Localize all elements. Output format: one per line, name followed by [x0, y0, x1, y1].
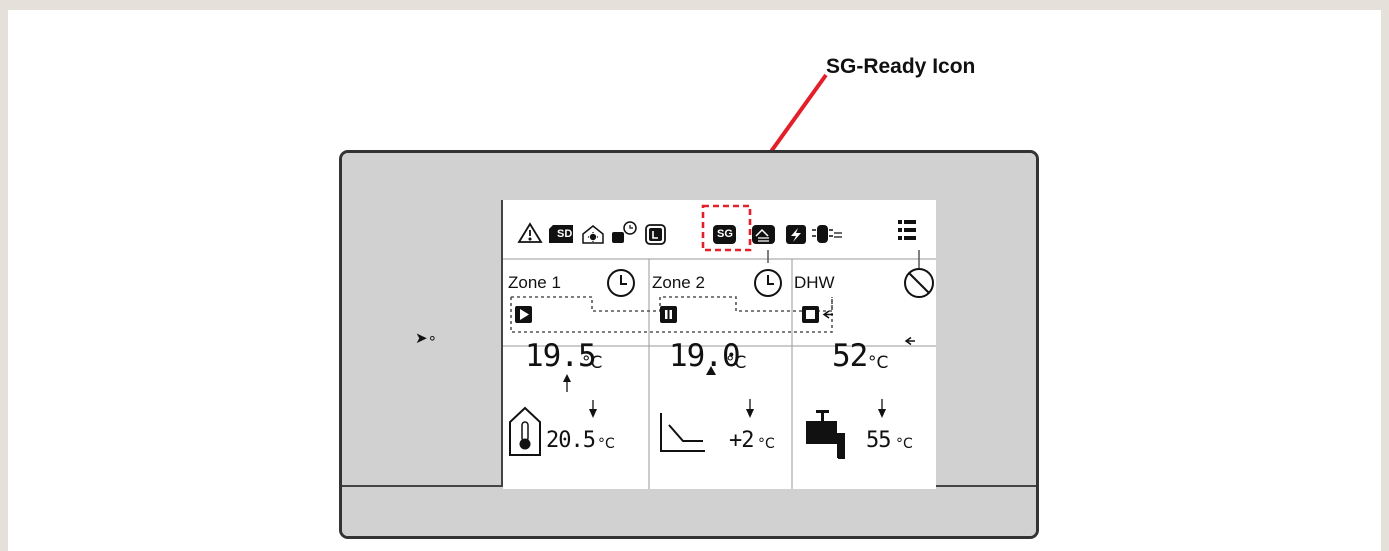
- device-bottom-bezel: [342, 485, 1036, 536]
- tap-water-icon[interactable]: [806, 410, 845, 459]
- zone1-play-icon[interactable]: [515, 306, 532, 323]
- device-left-bezel: ➤∘: [342, 200, 503, 490]
- zone2-pause-icon[interactable]: [660, 306, 677, 323]
- dhw-temp-cursor-icon: [904, 336, 915, 346]
- zone1-setpoint: 20.5: [546, 428, 596, 453]
- schedule-device-icon[interactable]: [612, 221, 637, 243]
- heating-curve-icon[interactable]: [660, 413, 705, 452]
- device-top-bezel: [342, 153, 1036, 202]
- dhw-no-entry-icon[interactable]: [904, 268, 934, 298]
- zone1-up-arrow-icon: [563, 374, 571, 392]
- dhw-temperature-unit: °C: [868, 353, 889, 373]
- zone1-clock-icon[interactable]: [607, 269, 635, 297]
- dhw-down-arrow-icon: [878, 399, 886, 418]
- zone1-setpoint-unit: °C: [598, 436, 615, 452]
- power-bolt-icon[interactable]: [786, 225, 806, 244]
- dhw-stop-icon[interactable]: [802, 306, 819, 323]
- zone2-setpoint-unit: °C: [758, 436, 775, 452]
- device-right-bezel: [934, 200, 1036, 490]
- warning-icon[interactable]: [517, 222, 543, 243]
- zone1-temperature-unit: °C: [582, 353, 603, 373]
- menu-icon[interactable]: [898, 220, 916, 240]
- lock-icon[interactable]: [645, 224, 666, 245]
- house-exchange-icon[interactable]: [752, 225, 775, 244]
- dhw-setpoint-unit: °C: [896, 436, 913, 452]
- zone2-setpoint: +2: [729, 428, 754, 453]
- room-thermometer-icon[interactable]: [509, 406, 541, 456]
- zone2-clock-icon[interactable]: [754, 269, 782, 297]
- dhw-setpoint: 55: [866, 428, 891, 453]
- zone2-down-arrow-icon: [746, 399, 754, 418]
- controller-device: ➤∘ SD SG Zone 1 Zone 2 DHW 19.5 °C 19.0 …: [339, 150, 1039, 539]
- dhw-name: DHW: [794, 273, 835, 292]
- zone2-temperature-unit: °C: [726, 353, 747, 373]
- status-led-icon: ➤∘: [415, 329, 437, 347]
- house-sun-icon[interactable]: [582, 225, 604, 244]
- tank-exchange-icon[interactable]: [812, 225, 842, 243]
- dhw-temperature: 52: [832, 338, 868, 374]
- sd-card-label: SD: [557, 228, 573, 240]
- sg-ready-label: SG: [717, 228, 733, 240]
- dhw-cursor-icon: [822, 310, 833, 319]
- display-screen: SD SG Zone 1 Zone 2 DHW 19.5 °C 19.0 °C …: [503, 200, 936, 489]
- zone2-name: Zone 2: [652, 273, 705, 292]
- zone1-name: Zone 1: [508, 273, 561, 292]
- zone1-down-arrow-icon: [589, 400, 597, 418]
